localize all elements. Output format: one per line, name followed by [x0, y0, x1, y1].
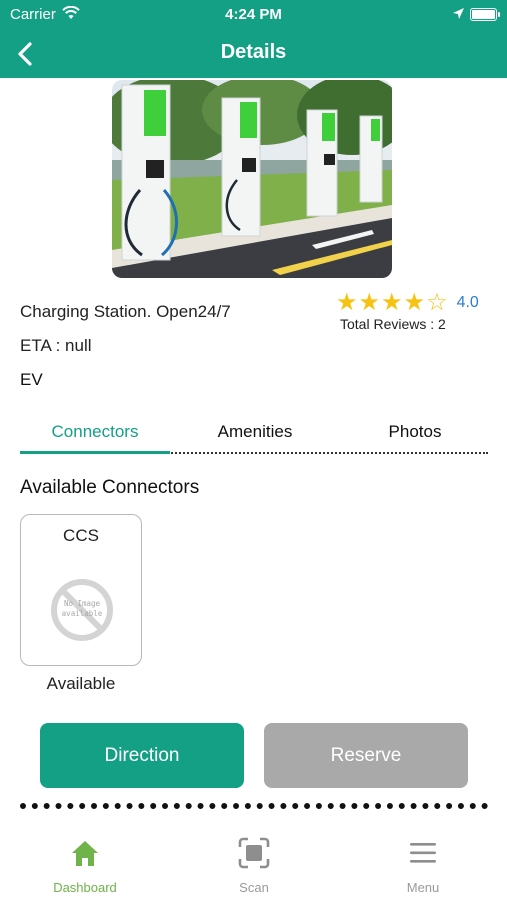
page-title: Details: [220, 41, 287, 63]
scan-icon: [238, 837, 270, 869]
tabbar-item-dashboard[interactable]: Dashboard: [25, 836, 145, 895]
location-arrow-icon: [453, 8, 464, 19]
tabbar-item-scan[interactable]: Scan: [194, 836, 314, 895]
station-eta: ETA : null: [20, 336, 92, 355]
tabbar-label: Dashboard: [53, 880, 117, 895]
tab-amenities[interactable]: Amenities: [180, 422, 330, 452]
battery-icon: [470, 8, 500, 21]
rating-value: 4.0: [456, 294, 479, 311]
connector-card[interactable]: CCS No Image available: [20, 514, 142, 666]
tabbar-item-menu[interactable]: Menu: [363, 836, 483, 895]
star-outline-icon: ☆: [426, 289, 448, 316]
status-bar: Carrier 4:24 PM: [0, 0, 507, 30]
station-name: Charging Station. Open24/7: [20, 302, 231, 321]
tabbar-label: Menu: [406, 880, 440, 895]
detail-tabs: Connectors Amenities Photos: [20, 418, 488, 456]
tab-photos[interactable]: Photos: [340, 422, 490, 452]
direction-button[interactable]: Direction: [40, 723, 244, 788]
hamburger-menu-icon: [410, 843, 436, 863]
nav-bar: Details: [0, 30, 507, 78]
star-rating: ★ ★ ★ ★ ☆ 4.0: [336, 290, 479, 316]
star-filled-icon: ★: [403, 289, 426, 316]
bottom-tab-bar: Dashboard Scan Menu: [0, 836, 507, 900]
total-reviews: Total Reviews : 2: [340, 316, 446, 332]
status-time: 4:24 PM: [225, 6, 282, 23]
no-image-text: No Image available: [61, 599, 103, 618]
reserve-button[interactable]: Reserve: [264, 723, 468, 788]
connector-status: Available: [46, 674, 116, 693]
tabbar-label: Scan: [239, 880, 269, 895]
section-title: Available Connectors: [20, 477, 200, 498]
station-type: EV: [20, 370, 43, 389]
station-photo: [112, 80, 392, 278]
star-filled-icon: ★: [358, 289, 381, 316]
tab-connectors[interactable]: Connectors: [20, 422, 170, 452]
connector-type: CCS: [63, 526, 99, 545]
star-filled-icon: ★: [381, 289, 403, 316]
home-icon: [72, 841, 98, 866]
divider: [20, 803, 488, 809]
star-filled-icon: ★: [336, 289, 358, 316]
tab-active-indicator: [20, 451, 170, 454]
